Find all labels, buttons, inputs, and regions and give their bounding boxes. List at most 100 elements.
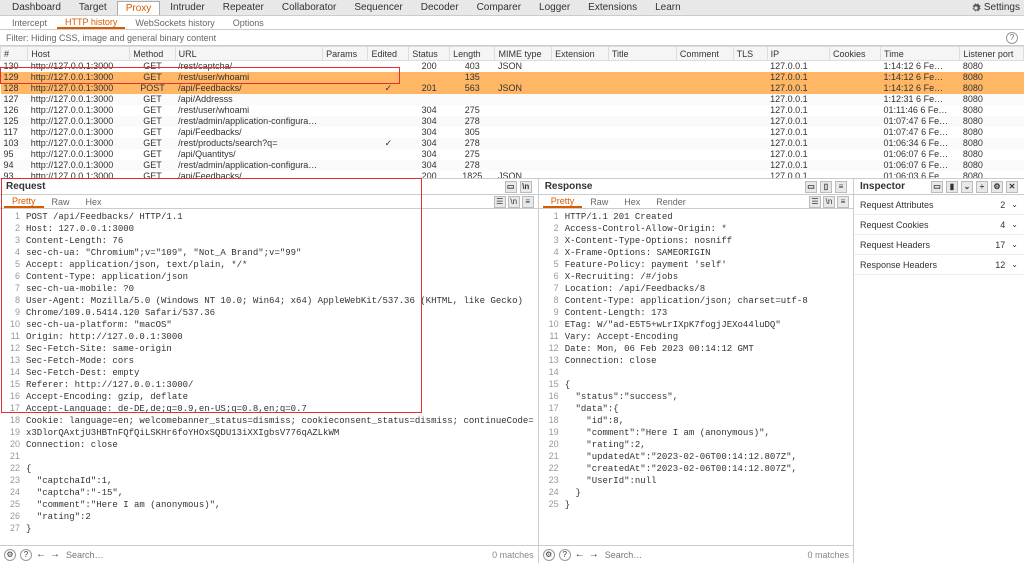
chevron-down-icon: ⌄ <box>1011 240 1018 249</box>
help-icon[interactable]: ? <box>1006 32 1018 44</box>
request-editor[interactable]: 1POST /api/Feedbacks/ HTTP/1.1 2Host: 12… <box>0 209 538 545</box>
layout-icon[interactable]: ▭ <box>505 181 517 193</box>
table-row[interactable]: 127http://127.0.0.1:3000GET/api/Addresss… <box>1 94 1024 105</box>
chevron-down-icon: ⌄ <box>1011 220 1018 229</box>
top-tab-comparer[interactable]: Comparer <box>469 1 529 15</box>
col-params[interactable]: Params <box>323 47 368 61</box>
col-edited[interactable]: Edited <box>368 47 409 61</box>
col-listener-port[interactable]: Listener port <box>960 47 1024 61</box>
inspector-panel: Inspector ▭ ▮ ⌄ ÷ ⚙ ✕ Request Attributes… <box>854 179 1024 563</box>
top-tab-intruder[interactable]: Intruder <box>162 1 212 15</box>
search-next-icon[interactable]: → <box>50 549 60 560</box>
top-tab-decoder[interactable]: Decoder <box>413 1 467 15</box>
top-tab-extensions[interactable]: Extensions <box>580 1 645 15</box>
http-history-table: #HostMethodURLParamsEditedStatusLengthMI… <box>0 46 1024 179</box>
inspector-title: Inspector <box>860 181 905 192</box>
editor-tab-raw[interactable]: Raw <box>44 197 78 207</box>
insp-icon-1[interactable]: ▭ <box>931 181 943 193</box>
close-icon[interactable]: ✕ <box>1006 181 1018 193</box>
table-row[interactable]: 103http://127.0.0.1:3000GET/rest/product… <box>1 138 1024 149</box>
res-search-help-icon[interactable]: ? <box>559 549 571 561</box>
top-tab-learn[interactable]: Learn <box>647 1 689 15</box>
res-search-prev-icon[interactable]: ← <box>575 549 585 560</box>
sub-tabs-bar: InterceptHTTP historyWebSockets historyO… <box>0 16 1024 30</box>
insp-gear-icon[interactable]: ⚙ <box>991 181 1003 193</box>
editor-tab-pretty[interactable]: Pretty <box>543 196 583 208</box>
inspector-row[interactable]: Request Cookies4⌄ <box>854 215 1024 235</box>
editor-tab-hex[interactable]: Hex <box>78 197 110 207</box>
res-toggle-1-icon[interactable]: ☰ <box>809 196 821 208</box>
editor-tab-pretty[interactable]: Pretty <box>4 196 44 208</box>
col-host[interactable]: Host <box>28 47 130 61</box>
toggle-3-icon[interactable]: ≡ <box>522 196 534 208</box>
top-tab-target[interactable]: Target <box>71 1 115 15</box>
layout-a-icon[interactable]: ▭ <box>805 181 817 193</box>
settings-button[interactable]: Settings <box>971 2 1020 13</box>
top-tab-proxy[interactable]: Proxy <box>117 1 161 15</box>
top-tab-logger[interactable]: Logger <box>531 1 578 15</box>
chevron-down-icon[interactable]: ⌄ <box>961 181 973 193</box>
response-title: Response <box>545 181 593 192</box>
inspector-row[interactable]: Request Attributes2⌄ <box>854 195 1024 215</box>
table-row[interactable]: 117http://127.0.0.1:3000GET/api/Feedback… <box>1 127 1024 138</box>
editor-tab-render[interactable]: Render <box>648 197 694 207</box>
table-row[interactable]: 130http://127.0.0.1:3000GET/rest/captcha… <box>1 61 1024 73</box>
table-row[interactable]: 125http://127.0.0.1:3000GET/rest/admin/a… <box>1 116 1024 127</box>
col-title[interactable]: Title <box>608 47 676 61</box>
top-tab-dashboard[interactable]: Dashboard <box>4 1 69 15</box>
sub-tab-http-history[interactable]: HTTP history <box>57 17 125 29</box>
newline-icon[interactable]: \n <box>520 181 532 193</box>
search-settings-icon[interactable]: ⚙ <box>4 549 16 561</box>
sub-tab-intercept[interactable]: Intercept <box>4 18 55 28</box>
request-search-input[interactable] <box>64 548 488 562</box>
toggle-2-icon[interactable]: \n <box>508 196 520 208</box>
col-comment[interactable]: Comment <box>676 47 733 61</box>
table-row[interactable]: 126http://127.0.0.1:3000GET/rest/user/wh… <box>1 105 1024 116</box>
sub-tab-options[interactable]: Options <box>225 18 272 28</box>
layout-c-icon[interactable]: ≡ <box>835 181 847 193</box>
col-time[interactable]: Time <box>881 47 960 61</box>
gear-icon <box>971 3 981 13</box>
table-row[interactable]: 95http://127.0.0.1:3000GET/api/Quantitys… <box>1 149 1024 160</box>
settings-label: Settings <box>984 2 1020 13</box>
layout-b-icon[interactable]: ▯ <box>820 181 832 193</box>
search-help-icon[interactable]: ? <box>20 549 32 561</box>
col-method[interactable]: Method <box>130 47 175 61</box>
response-search-input[interactable] <box>603 548 804 562</box>
res-search-next-icon[interactable]: → <box>589 549 599 560</box>
divide-icon[interactable]: ÷ <box>976 181 988 193</box>
editor-tab-raw[interactable]: Raw <box>582 197 616 207</box>
col-status[interactable]: Status <box>409 47 450 61</box>
table-row[interactable]: 129http://127.0.0.1:3000GET/rest/user/wh… <box>1 72 1024 83</box>
col-length[interactable]: Length <box>450 47 495 61</box>
res-toggle-2-icon[interactable]: \n <box>823 196 835 208</box>
inspector-row[interactable]: Response Headers12⌄ <box>854 255 1024 275</box>
col-extension[interactable]: Extension <box>552 47 609 61</box>
response-editor[interactable]: 1HTTP/1.1 201 Created 2Access-Control-Al… <box>539 209 853 545</box>
top-tab-sequencer[interactable]: Sequencer <box>346 1 410 15</box>
inspector-row[interactable]: Request Headers17⌄ <box>854 235 1024 255</box>
table-row[interactable]: 94http://127.0.0.1:3000GET/rest/admin/ap… <box>1 160 1024 171</box>
col-ip[interactable]: IP <box>767 47 829 61</box>
request-search-bar: ⚙ ? ← → 0 matches <box>0 545 538 563</box>
toggle-1-icon[interactable]: ☰ <box>494 196 506 208</box>
insp-icon-2[interactable]: ▮ <box>946 181 958 193</box>
table-row[interactable]: 93http://127.0.0.1:3000GET/api/Feedbacks… <box>1 171 1024 179</box>
chevron-down-icon: ⌄ <box>1011 200 1018 209</box>
col-cookies[interactable]: Cookies <box>830 47 881 61</box>
response-matches: 0 matches <box>807 550 849 560</box>
editor-tab-hex[interactable]: Hex <box>616 197 648 207</box>
sub-tab-websockets-history[interactable]: WebSockets history <box>127 18 222 28</box>
res-toggle-3-icon[interactable]: ≡ <box>837 196 849 208</box>
col--[interactable]: # <box>1 47 28 61</box>
col-mime-type[interactable]: MIME type <box>495 47 552 61</box>
response-search-bar: ⚙ ? ← → 0 matches <box>539 545 853 563</box>
col-url[interactable]: URL <box>175 47 322 61</box>
col-tls[interactable]: TLS <box>733 47 767 61</box>
table-row[interactable]: 128http://127.0.0.1:3000POST/api/Feedbac… <box>1 83 1024 94</box>
search-prev-icon[interactable]: ← <box>36 549 46 560</box>
top-tab-collaborator[interactable]: Collaborator <box>274 1 344 15</box>
filter-bar[interactable]: Filter: Hiding CSS, image and general bi… <box>0 30 1024 46</box>
top-tab-repeater[interactable]: Repeater <box>215 1 272 15</box>
res-search-settings-icon[interactable]: ⚙ <box>543 549 555 561</box>
